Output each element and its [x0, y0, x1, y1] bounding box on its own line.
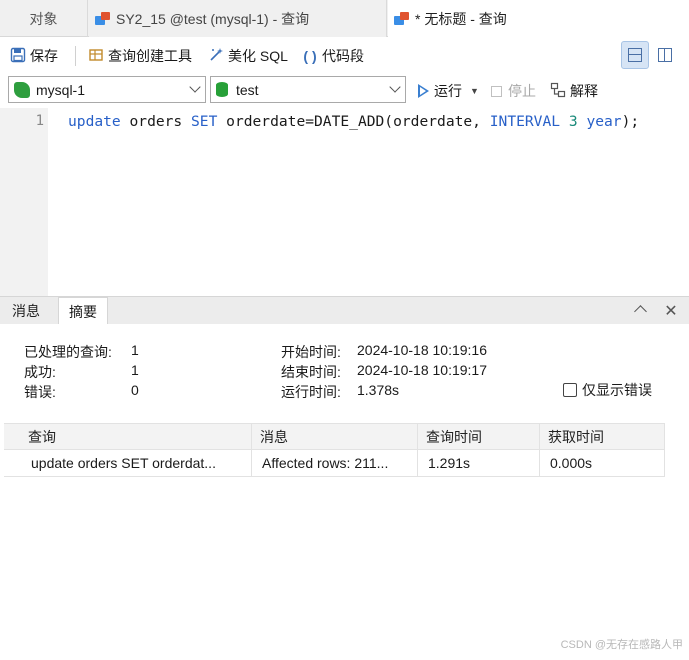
sql-text: );: [621, 113, 640, 130]
mysql-connection-icon: [14, 81, 30, 98]
play-icon: [418, 84, 429, 98]
only-errors-toggle[interactable]: 仅显示错误: [563, 380, 652, 400]
chevron-down-icon: [389, 81, 401, 93]
column-header-message[interactable]: 消息: [252, 424, 418, 450]
run-label: 运行: [434, 83, 462, 99]
table-header: 查询 消息 查询时间 获取时间: [4, 423, 665, 450]
end-time-value: 2024-10-18 10:19:17: [357, 362, 487, 378]
start-time-label: 开始时间:: [281, 344, 341, 360]
cell-fetch-time: 0.000s: [540, 450, 665, 476]
column-header-query[interactable]: 查询: [4, 424, 252, 450]
sql-text: orders: [120, 113, 192, 130]
query-tab-icon: [95, 11, 111, 26]
processed-queries-label: 已处理的查询:: [24, 344, 112, 360]
tab-objects[interactable]: 对象: [0, 0, 88, 37]
runtime-value: 1.378s: [357, 382, 400, 398]
result-panel-tabs: 消息 摘要 ✕: [0, 296, 689, 325]
connection-select[interactable]: mysql-1: [8, 76, 206, 103]
tab-objects-label: 对象: [29, 10, 58, 27]
errors-label: 错误:: [24, 384, 56, 400]
table-row[interactable]: update orders SET orderdat... Affected r…: [4, 450, 665, 477]
parentheses-icon: ( ): [303, 48, 317, 64]
query-toolbar: 保存 查询创建工具 美化 SQL ( ) 代码段: [0, 38, 689, 74]
tab-bar: 对象 SY2_15 @test (mysql-1) - 查询 * 无标题 - 查…: [0, 0, 689, 38]
connection-value: mysql-1: [36, 81, 86, 98]
tab-summary[interactable]: 摘要: [58, 297, 108, 325]
stop-icon: [491, 85, 502, 97]
errors-value: 0: [131, 382, 139, 398]
tab-untitled-query-label: * 无标题 - 查询: [415, 11, 507, 27]
database-icon: [216, 82, 228, 97]
save-icon: [10, 47, 26, 66]
magic-wand-icon: [208, 47, 224, 66]
sql-code-line[interactable]: update orders SET orderdate=DATE_ADD(ord…: [68, 113, 639, 130]
code-snippet-button[interactable]: ( ) 代码段: [302, 44, 364, 68]
query-tab-icon: [394, 12, 410, 26]
save-label: 保存: [30, 48, 58, 64]
runtime-label: 运行时间:: [281, 384, 341, 400]
beautify-sql-button[interactable]: 美化 SQL: [208, 44, 288, 68]
cell-query: update orders SET orderdat...: [4, 450, 252, 476]
cell-message: Affected rows: 211...: [252, 450, 418, 476]
summary-panel: [0, 324, 689, 660]
run-dropdown-icon[interactable]: ▼: [470, 86, 479, 96]
column-header-fetch-time[interactable]: 获取时间: [540, 424, 665, 450]
sql-text: orderdate=DATE_ADD(orderdate,: [217, 113, 490, 130]
processed-queries-value: 1: [131, 342, 139, 358]
tab-untitled-query[interactable]: * 无标题 - 查询: [388, 0, 689, 38]
collapse-panel-button[interactable]: [632, 303, 648, 319]
sql-keyword: INTERVAL: [489, 113, 561, 130]
tab-query-sy2-15[interactable]: SY2_15 @test (mysql-1) - 查询: [89, 0, 387, 37]
connection-bar: mysql-1 test 运行 ▼ 停止 解释: [0, 74, 689, 108]
layout-side-by-side-icon: [658, 48, 672, 62]
layout-stacked-button[interactable]: [621, 41, 649, 69]
cell-query-time: 1.291s: [418, 450, 540, 476]
query-builder-icon: [88, 47, 104, 66]
close-icon: ✕: [664, 303, 678, 320]
tab-query-sy2-15-label: SY2_15 @test (mysql-1) - 查询: [116, 10, 310, 27]
sql-editor[interactable]: 1 update orders SET orderdate=DATE_ADD(o…: [0, 108, 689, 296]
column-header-query-time[interactable]: 查询时间: [418, 424, 540, 450]
success-value: 1: [131, 362, 139, 378]
chevron-down-icon: [189, 81, 201, 93]
explain-label: 解释: [570, 83, 598, 99]
database-value: test: [236, 81, 259, 98]
query-builder-label: 查询创建工具: [108, 48, 192, 64]
line-number: 1: [35, 113, 44, 129]
watermark: CSDN @无存在感路人甲: [560, 639, 683, 651]
layout-stacked-icon: [628, 48, 642, 62]
save-button[interactable]: 保存: [10, 44, 58, 68]
toolbar-divider: [75, 46, 76, 66]
start-time-value: 2024-10-18 10:19:16: [357, 342, 487, 358]
database-select[interactable]: test: [210, 76, 406, 103]
stop-label: 停止: [508, 83, 536, 99]
code-snippet-label: 代码段: [322, 48, 364, 64]
tab-messages[interactable]: 消息: [2, 297, 50, 325]
sql-keyword: update: [68, 113, 121, 130]
run-button[interactable]: 运行 ▼: [418, 81, 479, 101]
only-errors-checkbox[interactable]: [563, 383, 577, 397]
explain-icon: [550, 82, 566, 101]
sql-number: 3: [568, 113, 578, 130]
stop-button[interactable]: 停止: [491, 81, 536, 101]
tab-messages-label: 消息: [12, 303, 40, 319]
success-label: 成功:: [24, 364, 56, 380]
explain-button[interactable]: 解释: [550, 81, 598, 101]
close-panel-button[interactable]: ✕: [663, 301, 679, 321]
sql-keyword: year: [586, 113, 622, 130]
line-number-gutter: 1: [0, 108, 48, 296]
end-time-label: 结束时间:: [281, 364, 341, 380]
tab-summary-label: 摘要: [69, 303, 97, 320]
sql-keyword: SET: [191, 113, 218, 130]
only-errors-label: 仅显示错误: [582, 382, 652, 398]
query-builder-button[interactable]: 查询创建工具: [88, 44, 192, 68]
chevron-up-icon: [633, 305, 647, 318]
beautify-sql-label: 美化 SQL: [228, 48, 288, 64]
layout-side-by-side-button[interactable]: [651, 41, 679, 69]
